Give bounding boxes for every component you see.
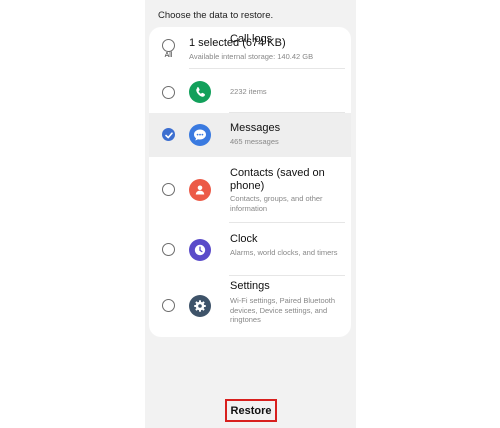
select-all-radio[interactable] <box>162 39 175 52</box>
list-item-clock[interactable]: Clock Alarms, world clocks, and timers <box>149 223 351 276</box>
item-subtitle: 465 messages <box>230 137 279 146</box>
restore-button[interactable]: Restore <box>225 399 277 422</box>
item-title: Call logs <box>230 33 273 45</box>
gear-icon <box>189 295 211 317</box>
call-logs-radio[interactable] <box>162 86 175 99</box>
messages-radio[interactable] <box>162 128 175 141</box>
contacts-radio[interactable] <box>162 183 175 196</box>
all-label: All <box>164 52 173 59</box>
item-subtitle: Wi-Fi settings, Paired Bluetooth devices… <box>230 296 336 324</box>
item-subtitle: 2232 items <box>230 87 267 96</box>
item-subtitle: Alarms, world clocks, and timers <box>230 248 338 257</box>
messages-icon <box>189 124 211 146</box>
item-subtitle: Contacts, groups, and other information <box>230 194 323 213</box>
data-list: All 1 selected (674 KB) Available intern… <box>149 27 351 337</box>
checkmark-icon <box>165 131 173 138</box>
restore-screen: Choose the data to restore. All 1 select… <box>145 0 356 428</box>
settings-radio[interactable] <box>162 299 175 312</box>
item-title: Contacts (saved on phone) <box>230 167 325 192</box>
contacts-icon <box>189 179 211 201</box>
storage-info: Available internal storage: 140.42 GB <box>189 52 314 61</box>
phone-icon <box>189 81 211 103</box>
clock-radio[interactable] <box>162 243 175 256</box>
list-item-settings[interactable]: Settings Wi-Fi settings, Paired Bluetoot… <box>149 276 351 337</box>
list-item-messages[interactable]: Messages 465 messages <box>149 113 351 157</box>
item-title: Clock <box>230 233 258 245</box>
page-title: Choose the data to restore. <box>158 10 274 21</box>
list-item-call-logs[interactable]: Call logs 2232 items <box>149 33 351 113</box>
clock-icon <box>189 239 211 261</box>
item-title: Messages <box>230 122 281 134</box>
list-item-contacts[interactable]: Contacts (saved on phone) Contacts, grou… <box>149 157 351 223</box>
item-title: Settings <box>230 280 270 292</box>
